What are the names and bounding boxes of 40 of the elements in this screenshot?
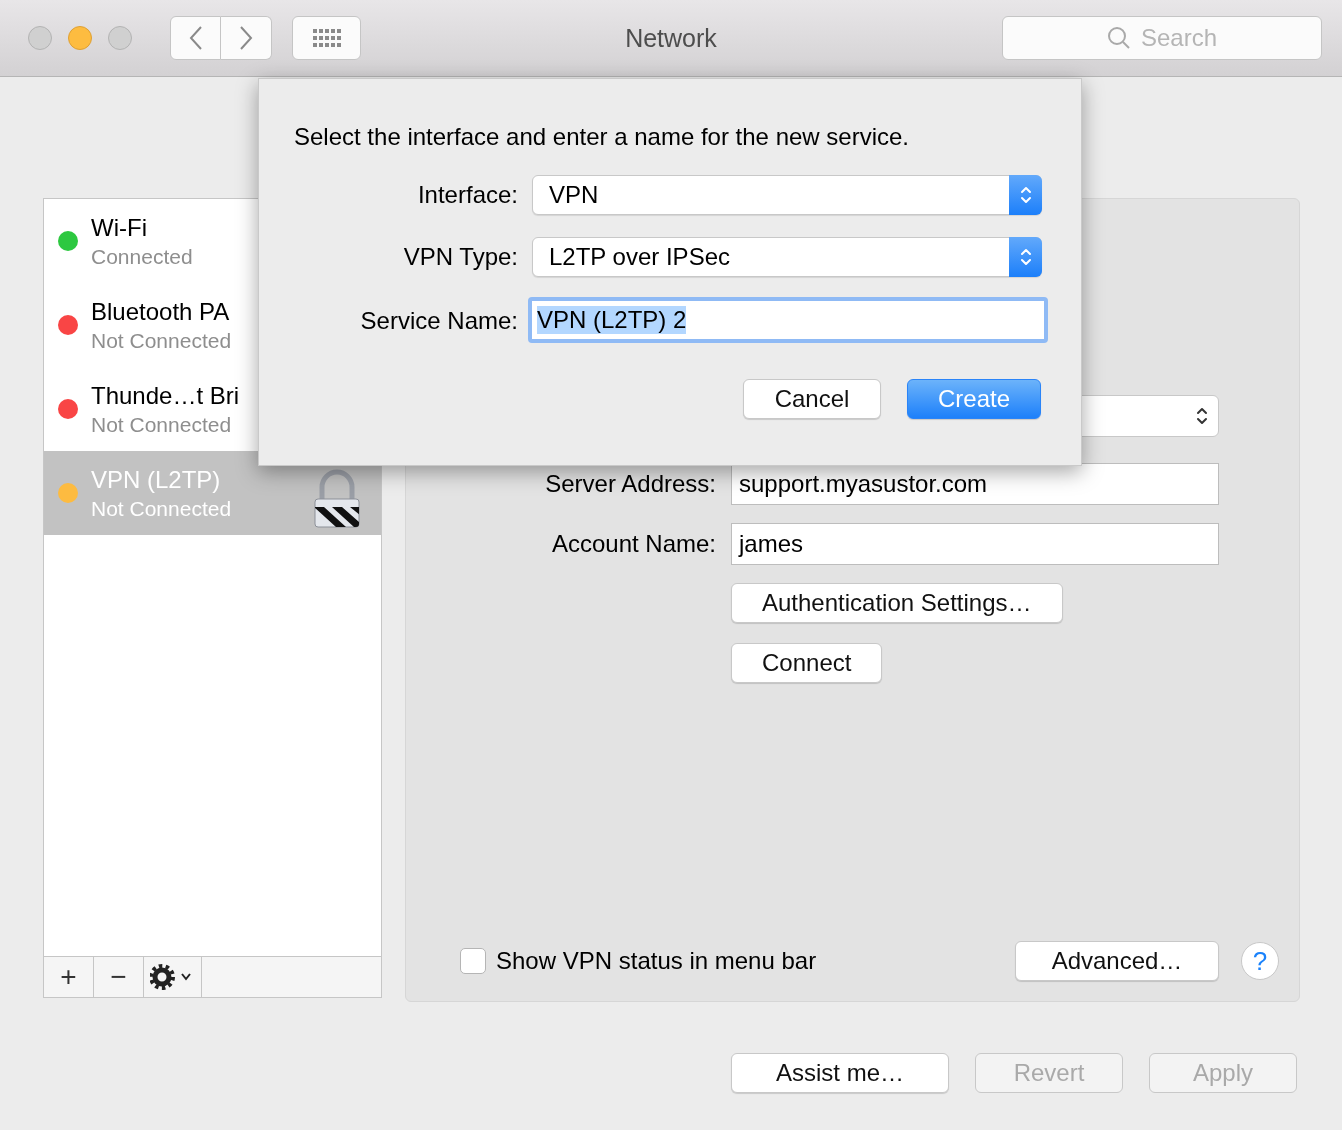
help-button[interactable]: ? — [1241, 942, 1279, 980]
grid-icon — [311, 28, 342, 48]
zoom-button[interactable] — [108, 26, 132, 50]
text-field[interactable]: james — [731, 523, 1219, 565]
window-title: Network — [625, 23, 717, 52]
back-button[interactable] — [170, 16, 221, 60]
pane-button[interactable]: Authentication Settings… — [731, 583, 1063, 623]
search-icon — [1106, 26, 1131, 50]
text-field[interactable]: support.myasustor.com — [731, 463, 1219, 505]
field-label: Interface: — [417, 181, 518, 209]
popup-button[interactable]: VPN — [532, 175, 1042, 215]
pane-button[interactable]: Connect — [731, 643, 883, 683]
remove-button[interactable]: − — [94, 957, 144, 997]
forward-button[interactable] — [221, 16, 272, 60]
service-name: Wi-Fi — [91, 213, 148, 242]
show-all-button[interactable] — [292, 16, 361, 60]
service-name-field[interactable]: VPN (L2TP) 2 — [528, 297, 1048, 343]
field-label: Server Address: — [545, 470, 716, 498]
service-name: VPN (L2TP) — [91, 465, 222, 494]
chevron-left-icon — [188, 25, 203, 51]
popup-button[interactable]: L2TP over IPSec — [532, 237, 1042, 277]
footer-button[interactable]: Assist me… — [731, 1053, 949, 1093]
add-button[interactable]: + — [44, 957, 94, 997]
field-label: Service Name: — [360, 307, 518, 335]
service-status: Connected — [91, 244, 193, 269]
sheet-prompt: Select the interface and enter a name for the new service. — [294, 123, 910, 151]
minimize-button[interactable] — [68, 26, 92, 50]
service-status: Not Connected — [91, 412, 233, 437]
sheet-button[interactable]: Cancel — [743, 379, 881, 419]
checkbox[interactable] — [460, 948, 486, 974]
close-button[interactable] — [28, 26, 52, 50]
field-label: Account Name: — [551, 530, 716, 558]
field-label: VPN Type: — [403, 243, 518, 271]
service-status: Not Connected — [91, 328, 232, 353]
checkbox-label: Show VPN status in menu bar — [496, 947, 817, 975]
service-name: Bluetooth PA — [91, 297, 231, 326]
service-status: Not Connected — [91, 496, 232, 521]
advanced-button[interactable]: Advanced… — [1015, 941, 1219, 981]
service-name: Thunde…t Bri — [91, 381, 240, 410]
chevron-right-icon — [239, 25, 253, 51]
